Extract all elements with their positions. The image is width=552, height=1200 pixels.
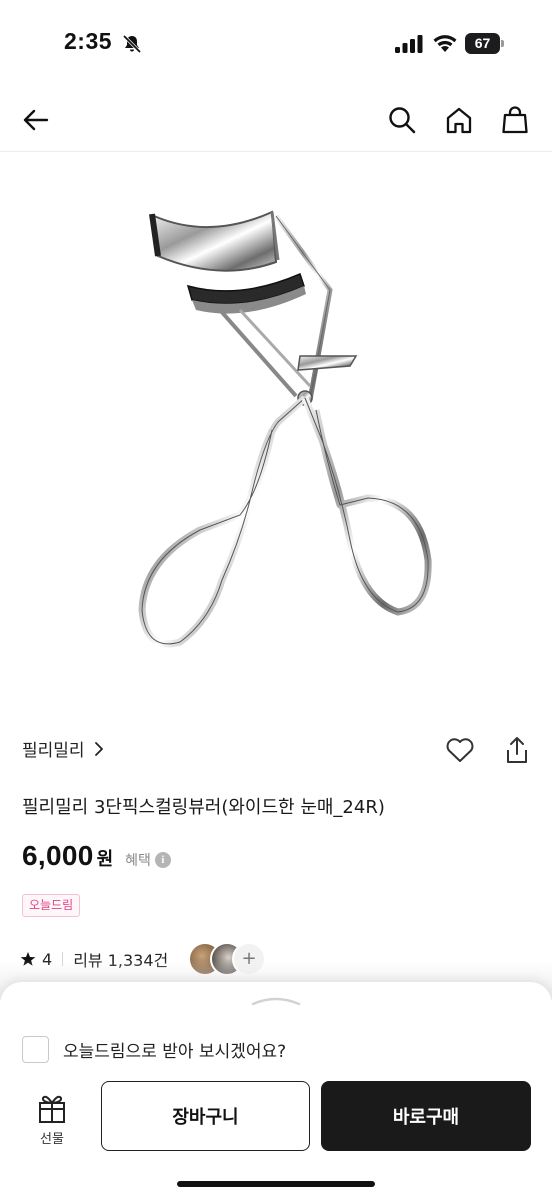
price-row: 6,000 원 혜택 i: [22, 840, 171, 872]
status-time: 2:35: [64, 28, 113, 54]
back-arrow-icon: [23, 109, 49, 131]
brand-link[interactable]: 필리밀리: [22, 736, 105, 761]
share-icon[interactable]: [502, 734, 532, 766]
battery-indicator: 67: [465, 33, 505, 54]
buy-now-button[interactable]: 바로구매: [321, 1081, 531, 1151]
today-delivery-option[interactable]: 오늘드림으로 받아 보시겠어요?: [22, 1036, 286, 1063]
home-button[interactable]: [441, 102, 477, 138]
status-bar: 2:35 67: [0, 0, 552, 90]
gift-label: 선물: [40, 1132, 64, 1147]
today-delivery-badge: 오늘드림: [22, 894, 81, 917]
cellular-signal-icon: [395, 35, 423, 53]
brand-name: 필리밀리: [22, 741, 85, 761]
product-title: 필리밀리 3단픽스컬링뷰러(와이드한 눈매_24R): [22, 797, 385, 818]
price-amount: 6,000: [22, 840, 94, 871]
shopping-bag-icon: [502, 106, 528, 134]
price-unit: 원: [96, 849, 114, 870]
chevron-right-icon: [94, 741, 103, 756]
wifi-icon: [433, 35, 457, 52]
add-to-cart-button[interactable]: 장바구니: [101, 1081, 310, 1151]
product-image[interactable]: [100, 160, 452, 680]
search-button[interactable]: [384, 102, 420, 138]
top-nav-bar: [0, 90, 552, 152]
today-delivery-question: 오늘드림으로 받아 보시겠어요?: [63, 1042, 287, 1062]
shopping-bag-button[interactable]: [497, 102, 533, 138]
bell-off-icon: [122, 34, 142, 54]
benefit-label: 혜택: [125, 853, 151, 869]
sheet-handle-icon[interactable]: [251, 996, 301, 1006]
home-icon: [446, 107, 472, 134]
gift-icon: [39, 1095, 65, 1123]
battery-level: 67: [465, 33, 500, 54]
home-indicator: [177, 1181, 375, 1187]
search-icon: [389, 107, 416, 134]
battery-tip: [501, 40, 504, 47]
today-delivery-checkbox[interactable]: [22, 1036, 49, 1063]
purchase-bottom-sheet: 오늘드림으로 받아 보시겠어요? 선물 장바구니 바로구매: [0, 982, 552, 1200]
heart-icon[interactable]: [444, 734, 476, 766]
gift-button[interactable]: 선물: [24, 1092, 80, 1152]
benefit-button[interactable]: 혜택 i: [125, 850, 171, 870]
back-button[interactable]: [18, 102, 54, 138]
info-icon: i: [154, 852, 171, 868]
